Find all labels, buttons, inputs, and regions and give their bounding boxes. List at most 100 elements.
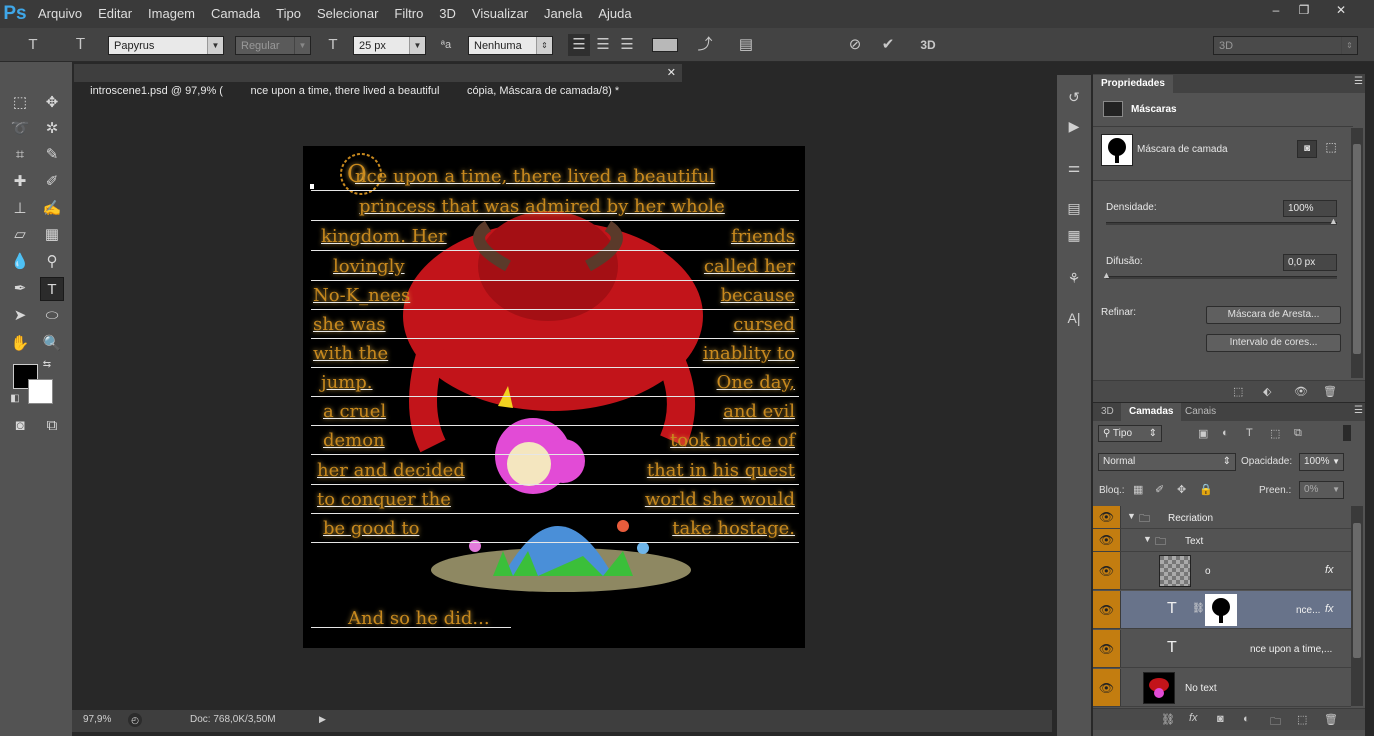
anti-alias-select[interactable]: Nenhuma ⇕ <box>468 36 553 55</box>
link-layers-icon[interactable]: ⛓ <box>1161 713 1175 726</box>
load-selection-icon[interactable]: ⬚ <box>1233 385 1243 398</box>
fill-input[interactable]: 0% ▼ <box>1299 481 1344 499</box>
panel-menu-icon[interactable]: ☰ <box>1354 76 1363 87</box>
adjustments-icon[interactable]: ⚌ <box>1062 155 1086 179</box>
filter-pixel-icon[interactable]: ▣ <box>1198 427 1208 440</box>
layer-row-no-text[interactable]: 👁 No text <box>1093 669 1351 707</box>
vector-mask-icon[interactable]: ⬚ <box>1321 140 1341 158</box>
lock-all-icon[interactable]: 🔒 <box>1199 483 1213 496</box>
menu-janela[interactable]: Janela <box>536 0 590 28</box>
eyedropper-icon[interactable]: ✎ <box>40 143 64 167</box>
actions-play-icon[interactable]: ▶ <box>1062 114 1086 138</box>
density-slider-handle-icon[interactable]: ▲ <box>1329 216 1338 226</box>
lock-image-icon[interactable]: ✐ <box>1155 483 1164 496</box>
zoom-level[interactable]: 97,9% <box>83 714 111 725</box>
font-size-select[interactable]: 25 px ▼ <box>353 36 426 55</box>
density-slider[interactable] <box>1106 222 1337 225</box>
tab-canais[interactable]: Canais <box>1177 403 1224 421</box>
path-selection-icon[interactable]: ➤ <box>8 304 32 328</box>
type-tool-preset-icon[interactable]: T <box>22 34 44 56</box>
fx-icon[interactable]: fx <box>1325 603 1334 615</box>
tab-3d[interactable]: 3D <box>1093 403 1122 421</box>
menu-selecionar[interactable]: Selecionar <box>309 0 386 28</box>
pen-tool-icon[interactable]: ✒ <box>8 277 32 301</box>
panel-menu-icon[interactable]: ☰ <box>1354 405 1363 416</box>
blur-tool-icon[interactable]: 💧 <box>8 250 32 274</box>
layer-row-nce-selected[interactable]: 👁 T ⛓ nce... fx <box>1093 591 1351 629</box>
brush-presets-icon[interactable]: ⚘ <box>1062 266 1086 290</box>
clone-stamp-icon[interactable]: ⊥ <box>8 197 32 221</box>
healing-brush-icon[interactable]: ✚ <box>8 170 32 194</box>
add-style-icon[interactable]: fx <box>1189 712 1198 724</box>
status-info-icon[interactable]: ◴ <box>128 713 142 727</box>
opacity-input[interactable]: 100% ▼ <box>1299 453 1344 471</box>
toggle-text-orientation-icon[interactable]: Ꭲ <box>70 34 92 56</box>
restore-button[interactable]: ❐ <box>1290 0 1318 20</box>
move-tool-icon[interactable]: ✥ <box>40 91 64 115</box>
color-range-button[interactable]: Intervalo de cores... <box>1206 334 1341 352</box>
close-document-icon[interactable]: ✕ <box>667 64 676 82</box>
feather-slider[interactable] <box>1106 276 1337 279</box>
notes-icon[interactable]: ▦ <box>1062 223 1086 247</box>
filter-shape-icon[interactable]: ⬚ <box>1270 427 1280 440</box>
filter-adjustment-icon[interactable]: ◐ <box>1222 427 1229 439</box>
menu-3d[interactable]: 3D <box>431 0 464 28</box>
warp-text-icon[interactable]: ⤴ <box>694 34 716 56</box>
blend-mode-select[interactable]: Normal ⇕ <box>1098 453 1236 471</box>
properties-scroll-thumb[interactable] <box>1353 144 1361 354</box>
layer-row-recriation[interactable]: 👁 ▼ 🗀 Recriation <box>1093 506 1351 529</box>
eraser-tool-icon[interactable]: ▱ <box>8 223 32 247</box>
document-tab[interactable]: introscene1.psd @ 97,9% ( nce upon a tim… <box>74 64 682 97</box>
filter-smart-object-icon[interactable]: ⧉ <box>1294 427 1302 440</box>
filter-toggle[interactable] <box>1343 425 1351 441</box>
feather-slider-handle-icon[interactable]: ▲ <box>1102 270 1111 280</box>
menu-filtro[interactable]: Filtro <box>386 0 431 28</box>
visibility-eye-icon[interactable]: 👁 <box>1093 591 1121 628</box>
layer-mask-thumbnail[interactable] <box>1205 594 1237 626</box>
close-window-button[interactable]: ✕ <box>1318 0 1364 20</box>
mask-edge-button[interactable]: Máscara de Aresta... <box>1206 306 1341 324</box>
align-right-icon[interactable]: ☰ <box>616 34 638 56</box>
feather-input[interactable]: 0,0 px <box>1283 254 1337 271</box>
lock-transparent-icon[interactable]: ▦ <box>1133 483 1143 496</box>
visibility-eye-icon[interactable]: 👁 <box>1093 630 1121 667</box>
menu-arquivo[interactable]: Arquivo <box>30 0 90 28</box>
delete-layer-icon[interactable]: 🗑 <box>1324 713 1338 726</box>
layers-scroll-thumb[interactable] <box>1353 523 1361 658</box>
tab-camadas[interactable]: Camadas <box>1121 403 1182 421</box>
align-left-icon[interactable]: ☰ <box>568 34 590 56</box>
layer-row-o[interactable]: 👁 o fx <box>1093 552 1351 590</box>
menu-imagem[interactable]: Imagem <box>140 0 203 28</box>
font-family-select[interactable]: Papyrus ▼ <box>108 36 224 55</box>
dodge-tool-icon[interactable]: ⚲ <box>40 250 64 274</box>
visibility-eye-icon[interactable]: 👁 <box>1093 552 1121 589</box>
new-adjustment-icon[interactable]: ◐ <box>1243 713 1250 725</box>
layer-filter-select[interactable]: ⚲ Tipo ⇕ <box>1098 425 1162 442</box>
type-tool-icon[interactable]: T <box>40 277 64 301</box>
lasso-tool-icon[interactable]: ➰ <box>8 117 32 141</box>
commit-edit-icon[interactable]: ✔ <box>877 34 899 56</box>
tab-propriedades[interactable]: Propriedades <box>1093 75 1173 93</box>
history-brush-icon[interactable]: ✍ <box>40 197 64 221</box>
swap-colors-icon[interactable]: ⇆ <box>40 358 54 372</box>
menu-ajuda[interactable]: Ajuda <box>590 0 639 28</box>
new-group-icon[interactable]: 🗀 <box>1270 713 1281 732</box>
crop-tool-icon[interactable]: ⌗ <box>8 143 32 167</box>
menu-camada[interactable]: Camada <box>203 0 268 28</box>
layer-row-nce-upon[interactable]: 👁 T nce upon a time,... <box>1093 630 1351 668</box>
brush-tool-icon[interactable]: ✐ <box>40 170 64 194</box>
minimize-button[interactable]: – <box>1262 0 1290 20</box>
visibility-eye-icon[interactable]: 👁 <box>1093 506 1121 528</box>
text-color-swatch[interactable] <box>652 38 678 52</box>
menu-visualizar[interactable]: Visualizar <box>464 0 536 28</box>
layer-mask-thumbnail[interactable] <box>1101 134 1133 166</box>
paragraph-icon[interactable]: ▤ <box>1062 196 1086 220</box>
delete-mask-icon[interactable]: 🗑 <box>1323 385 1337 398</box>
character-panel-icon[interactable]: ▤ <box>735 34 757 56</box>
default-colors-icon[interactable]: ◧ <box>8 392 22 406</box>
background-color-swatch[interactable] <box>28 379 53 404</box>
quick-mask-icon[interactable]: ◙ <box>8 414 32 438</box>
ellipse-tool-icon[interactable]: ⬭ <box>40 304 64 328</box>
magic-wand-icon[interactable]: ✲ <box>40 117 64 141</box>
character-icon[interactable]: A| <box>1062 306 1086 330</box>
